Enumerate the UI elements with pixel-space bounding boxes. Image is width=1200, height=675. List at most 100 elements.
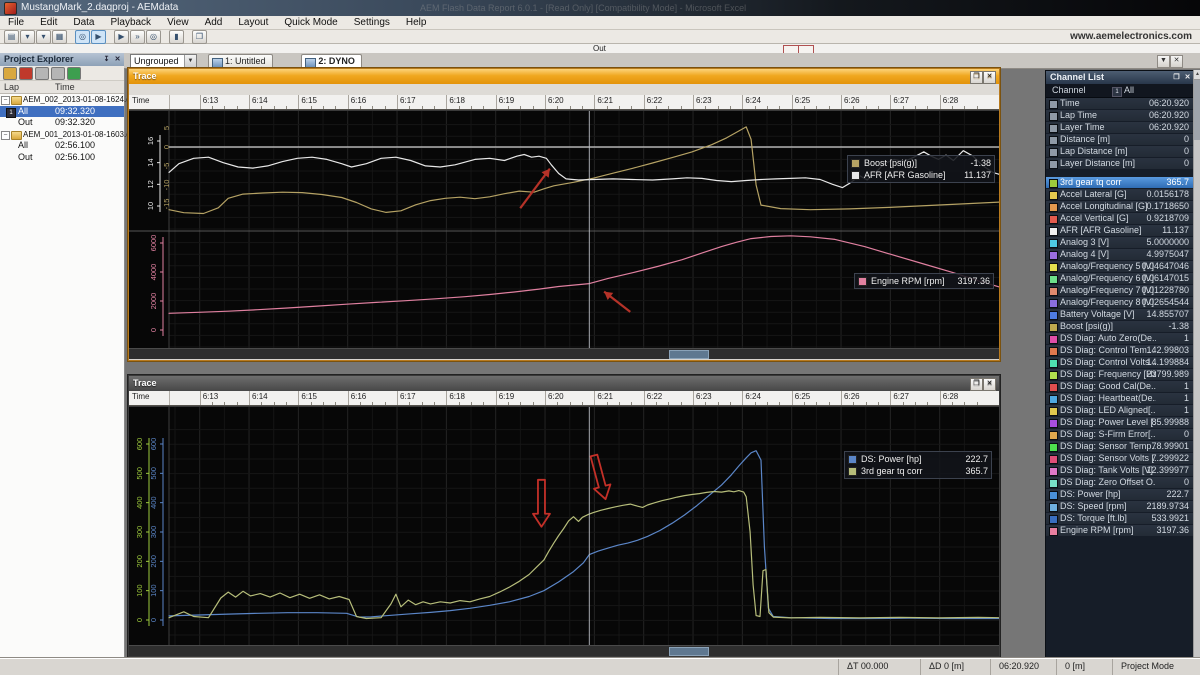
play-icon[interactable]: ▶	[114, 30, 129, 44]
loop-icon[interactable]: ◎	[146, 30, 161, 44]
tab-1--untitled[interactable]: 1: Untitled	[208, 54, 273, 68]
channel-row[interactable]: DS Diag: LED Aligned[... 1	[1046, 405, 1194, 416]
export-file-icon[interactable]	[35, 67, 49, 80]
legend-engine-rpm[interactable]: Engine RPM [rpm] 3197.36	[854, 273, 994, 289]
channel-row[interactable]: DS Diag: Good Cal(De... 1	[1046, 381, 1194, 392]
channel-row[interactable]: DS Diag: Frequency [Hz] 23799.989	[1046, 369, 1194, 380]
channel-row[interactable]: DS Diag: Auto Zero(De... 1	[1046, 333, 1194, 344]
channel-row[interactable]: DS Diag: Heartbeat(De... 1	[1046, 393, 1194, 404]
channel-row[interactable]: DS Diag: Control Tem... 142.99803	[1046, 345, 1194, 356]
scrollbar-thumb[interactable]	[669, 647, 709, 656]
channel-row[interactable]: Battery Voltage [V] 14.855707	[1046, 309, 1194, 320]
tab-scroll-dropdown-icon[interactable]: ▼	[1157, 55, 1170, 68]
channel-row[interactable]: Time 06:20.920	[1046, 98, 1194, 109]
scrollbar-thumb[interactable]	[1194, 80, 1200, 140]
channel-row[interactable]: AFR [AFR Gasoline] 11.137	[1046, 225, 1194, 236]
channel-row[interactable]: Lap Distance [m] 0	[1046, 146, 1194, 157]
channel-row[interactable]: DS Diag: Tank Volts [V] 12.399977	[1046, 465, 1194, 476]
bookmark-dropdown-icon[interactable]: ▮	[169, 30, 184, 44]
trace-window-title-bar[interactable]: Trace ❒ ✕	[129, 69, 999, 84]
menu-data[interactable]: Data	[65, 16, 102, 29]
tab-close-icon[interactable]: ✕	[1170, 55, 1183, 68]
window-layout-icon[interactable]: ❒	[192, 30, 207, 44]
horizontal-scrollbar[interactable]	[129, 348, 999, 359]
channel-row[interactable]: DS: Torque [ft.lb] 533.9921	[1046, 513, 1194, 524]
menu-edit[interactable]: Edit	[32, 16, 65, 29]
column-lap[interactable]: Lap	[4, 81, 19, 93]
channel-row[interactable]: Analog/Frequency 8 [V] 0.02654544	[1046, 297, 1194, 308]
tab-2--dyno[interactable]: 2: DYNO	[301, 54, 362, 68]
channel-row[interactable]: Boost [psi(g)] -1.38	[1046, 321, 1194, 332]
channel-row[interactable]: DS Diag: Power Level [... 85.99988	[1046, 417, 1194, 428]
channel-row[interactable]: DS: Speed [rpm] 2189.9734	[1046, 501, 1194, 512]
menu-quick-mode[interactable]: Quick Mode	[276, 16, 345, 29]
tree-file-row[interactable]: – AEM_002_2013-01-08-1624.daq	[0, 94, 140, 106]
menu-help[interactable]: Help	[398, 16, 435, 29]
horizontal-scrollbar[interactable]	[129, 645, 999, 656]
channel-row[interactable]: Analog/Frequency 7 [V] 0.01228780	[1046, 285, 1194, 296]
website-link[interactable]: www.aemelectronics.com	[1070, 30, 1192, 43]
tree-file-row[interactable]: – AEM_001_2013-01-08-1603.daq	[0, 129, 140, 141]
menu-add[interactable]: Add	[197, 16, 231, 29]
file-info-icon[interactable]	[51, 67, 65, 80]
channel-row[interactable]: Lap Time 06:20.920	[1046, 110, 1194, 121]
legend-boost-afr[interactable]: Boost [psi(g)] -1.38 AFR [AFR Gasoline] 11.…	[847, 155, 995, 183]
channel-row[interactable]: Engine RPM [rpm] 3197.36	[1046, 525, 1194, 536]
menu-playback[interactable]: Playback	[102, 16, 159, 29]
channel-row[interactable]: Analog 4 [V] 4.9975047	[1046, 249, 1194, 260]
legend-power-torque[interactable]: DS: Power [hp] 222.7 3rd gear tq corr 365.7	[844, 451, 992, 479]
tree-lap-row-out[interactable]: Out 02:56.100	[0, 152, 124, 164]
channel-row[interactable]: DS Diag: Control Volts... 14.199884	[1046, 357, 1194, 368]
menu-settings[interactable]: Settings	[346, 16, 398, 29]
channel-row[interactable]: DS Diag: Zero Offset O... 0	[1046, 477, 1194, 488]
report-icon[interactable]	[67, 67, 81, 80]
save-icon[interactable]: ▦	[52, 30, 67, 44]
tree-lap-row-out[interactable]: Out 09:32.320	[0, 117, 124, 129]
tree-lap-row-all[interactable]: 1 All 09:32.320	[0, 105, 124, 118]
trace-window-title-bar[interactable]: Trace ❒ ✕	[129, 376, 999, 391]
channel-row[interactable]: Layer Time 06:20.920	[1046, 122, 1194, 133]
group-selector-dropdown[interactable]: Ungrouped ▼	[130, 54, 197, 68]
new-project-icon[interactable]: ▤	[4, 30, 19, 44]
open-folder-icon[interactable]	[3, 67, 17, 80]
close-icon[interactable]: ✕	[983, 71, 996, 84]
channel-row[interactable]: Layer Distance [m] 0	[1046, 158, 1194, 169]
import-data-dropdown-icon[interactable]: ▾	[36, 30, 51, 44]
menu-layout[interactable]: Layout	[230, 16, 276, 29]
channel-row[interactable]: DS: Power [hp] 222.7	[1046, 489, 1194, 500]
channel-row[interactable]: Accel Longitudinal [G] 0.1718650	[1046, 201, 1194, 212]
channel-row[interactable]: DS Diag: Sensor Volts [... 7.299922	[1046, 453, 1194, 464]
restore-icon[interactable]: ❒	[970, 378, 983, 391]
vertical-scrollbar[interactable]: ▲	[1193, 70, 1200, 658]
column-time[interactable]: Time	[55, 81, 75, 93]
menu-view[interactable]: View	[159, 16, 197, 29]
tree-lap-row-all[interactable]: All 02:56.100	[0, 140, 124, 152]
channel-row[interactable]: 3rd gear tq corr 365.7	[1046, 177, 1194, 188]
channel-row[interactable]: DS Diag: Sensor Temp... 78.99901	[1046, 441, 1194, 452]
remove-icon[interactable]	[19, 67, 33, 80]
channel-row[interactable]: Accel Vertical [G] 0.9218709	[1046, 213, 1194, 224]
channel-row[interactable]: DS Diag: S-Firm Error[... 0	[1046, 429, 1194, 440]
open-project-dropdown-icon[interactable]: ▾	[20, 30, 35, 44]
channel-row[interactable]: Distance [m] 0	[1046, 134, 1194, 145]
restore-icon[interactable]: ❒	[970, 71, 983, 84]
fast-forward-icon[interactable]: »	[130, 30, 145, 44]
close-icon[interactable]: ✕	[113, 55, 122, 64]
time-axis[interactable]: Time 6:13 6:14 6:15 6:16 6:17 6:18 6:19 6:20 6:2…	[129, 95, 999, 110]
pin-icon[interactable]: ↧	[102, 55, 111, 64]
channel-row[interactable]: Analog/Frequency 5 [V] 0.04647046	[1046, 261, 1194, 272]
trace-chart-bottom[interactable]: 600 500 400 300 200 100 0 600 500 400 300 200 100 0 D…	[129, 406, 999, 646]
trace-chart-top[interactable]: 16 14 12 10 5 0 -5 -10 -15 6000 4000 2000 0 Boost [p…	[129, 110, 999, 349]
menu-file[interactable]: File	[0, 16, 32, 29]
zero-span-toggle-icon[interactable]: ◎	[75, 30, 90, 44]
column-all[interactable]: All	[1124, 84, 1134, 97]
restore-icon[interactable]: ❒	[1172, 73, 1181, 82]
playback-mode-toggle-icon[interactable]: ▶	[91, 30, 106, 44]
scroll-up-icon[interactable]: ▲	[1194, 70, 1200, 80]
channel-row[interactable]: Analog 3 [V] 5.0000000	[1046, 237, 1194, 248]
scrollbar-thumb[interactable]	[669, 350, 709, 359]
time-axis[interactable]: Time 6:13 6:14 6:15 6:16 6:17 6:18 6:19 6:20 6:2…	[129, 391, 999, 406]
collapse-icon[interactable]: –	[1, 96, 10, 105]
column-channel[interactable]: Channel	[1052, 84, 1086, 97]
channel-row[interactable]: Analog/Frequency 6 [V] 0.06147015	[1046, 273, 1194, 284]
